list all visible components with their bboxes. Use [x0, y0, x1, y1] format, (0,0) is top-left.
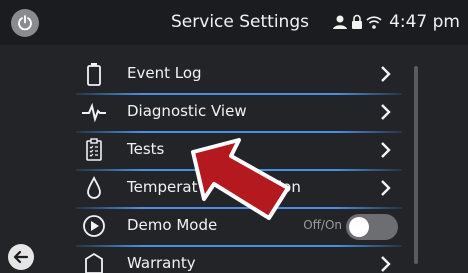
menu-item-label: Tests: [127, 140, 165, 158]
menu-item-label-end: ion: [278, 178, 301, 196]
menu-item-label: Diagnostic View: [127, 102, 247, 120]
chevron-right-icon: [381, 180, 391, 196]
menu-item-temperature-calibration[interactable]: Temperat ion: [76, 171, 402, 209]
tag-icon: [85, 252, 103, 273]
chevron-right-icon: [381, 256, 391, 272]
menu-item-warranty[interactable]: Warranty: [76, 247, 402, 273]
menu-item-label: Warranty: [127, 254, 196, 272]
menu-item-demo-mode[interactable]: Demo Mode Off/On: [76, 209, 402, 247]
battery-icon: [87, 63, 101, 86]
drop-icon: [87, 175, 101, 199]
clipboard-icon: [86, 138, 102, 161]
chevron-right-icon: [381, 66, 391, 82]
scrollbar[interactable]: [414, 66, 418, 264]
power-icon: [18, 15, 32, 31]
menu-item-diagnostic-view[interactable]: Diagnostic View: [76, 95, 402, 133]
user-icon: [333, 15, 347, 29]
top-bar: Service Settings 4:47 pm: [0, 0, 468, 45]
play-circle-icon: [83, 215, 105, 237]
menu-item-label-start: Temperat: [127, 178, 198, 196]
arrow-left-icon: [13, 250, 29, 264]
lock-icon: [352, 14, 362, 29]
toggle-label: Off/On: [303, 218, 342, 232]
back-button[interactable]: [8, 244, 34, 270]
clock-time: 4:47 pm: [389, 12, 460, 32]
heartbeat-icon: [82, 102, 106, 123]
demo-mode-toggle[interactable]: [346, 214, 398, 240]
chevron-right-icon: [381, 142, 391, 158]
menu-item-label: Demo Mode: [127, 216, 218, 234]
menu-item-tests[interactable]: Tests: [76, 133, 402, 171]
page-title: Service Settings: [171, 12, 309, 32]
menu-item-label: Event Log: [127, 64, 202, 82]
wifi-icon: [366, 16, 382, 29]
status-area: 4:47 pm: [332, 12, 460, 32]
chevron-right-icon: [381, 104, 391, 120]
menu-item-event-log[interactable]: Event Log: [76, 57, 402, 95]
toggle-knob: [349, 217, 369, 237]
power-button[interactable]: [11, 9, 39, 37]
